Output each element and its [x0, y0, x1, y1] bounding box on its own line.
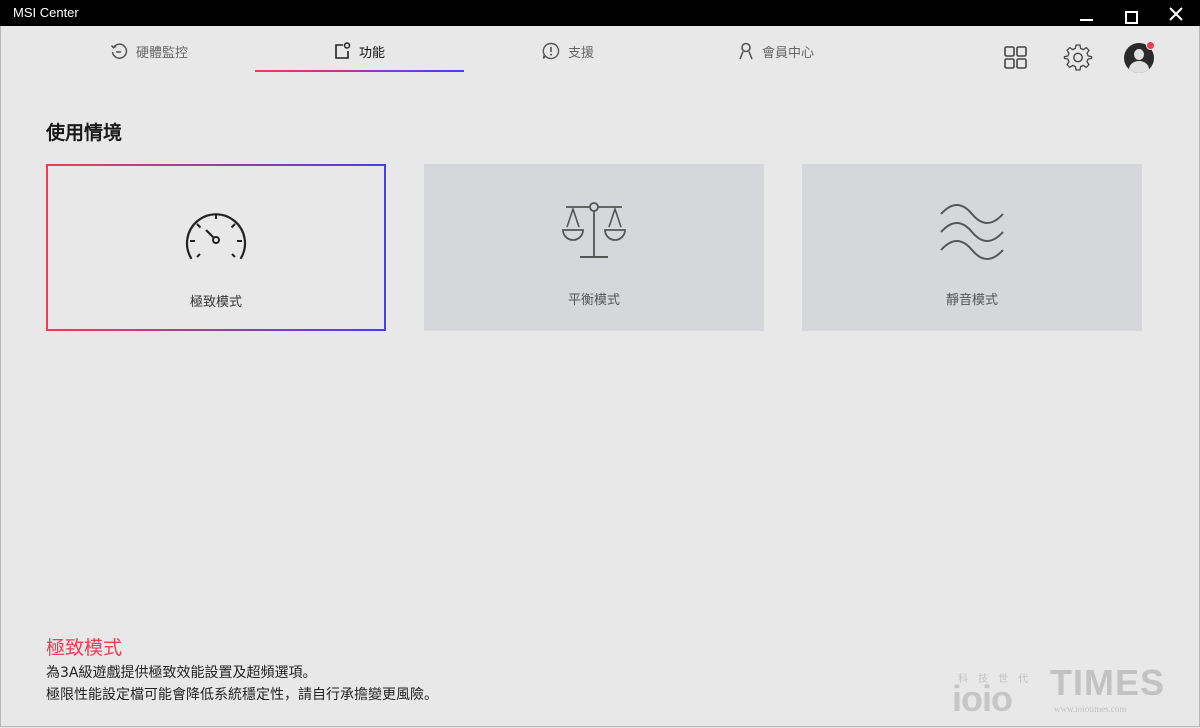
- minimize-icon: [1080, 19, 1093, 21]
- mode-description-line-2: 極限性能設定檔可能會降低系統穩定性，請自行承擔變更風險。: [46, 687, 438, 703]
- app-frame: [0, 26, 1200, 727]
- waves-icon: [940, 204, 1004, 260]
- tab-support[interactable]: 支援: [542, 40, 594, 62]
- grid-icon: [1004, 46, 1027, 69]
- active-tab-indicator: [255, 70, 464, 72]
- tab-hardware-monitor[interactable]: 硬體監控: [110, 40, 188, 62]
- watermark-url: www.ioiotimes.com: [1054, 704, 1127, 714]
- watermark-brand: TIMES: [1050, 662, 1166, 703]
- mode-description-line-1: 為3A級遊戲提供極致效能設置及超頻選項。: [46, 665, 317, 681]
- mode-card-silent[interactable]: 靜音模式: [802, 164, 1142, 331]
- hardware-monitor-icon: [110, 43, 128, 59]
- title-bar: MSI Center: [0, 0, 1200, 26]
- mode-card-balance-label: 平衡模式: [567, 293, 620, 308]
- mode-description-title: 極致模式: [46, 637, 123, 659]
- watermark: 科技世代 ioio TIMES www.ioiotimes.com: [950, 662, 1185, 719]
- balance-scale-icon: [562, 202, 626, 258]
- support-icon: [542, 42, 560, 60]
- notification-dot: [1146, 41, 1155, 50]
- tab-hardware-monitor-label: 硬體監控: [136, 45, 189, 61]
- minimize-button[interactable]: [1066, 0, 1106, 26]
- features-icon: [335, 42, 351, 59]
- mode-card-extreme[interactable]: 極致模式: [46, 164, 386, 331]
- window-title: MSI Center: [13, 5, 79, 20]
- tab-support-label: 支援: [568, 45, 595, 61]
- settings-button[interactable]: [1063, 42, 1093, 72]
- mode-card-silent-label: 靜音模式: [945, 293, 998, 308]
- tab-member-center-label: 會員中心: [762, 45, 815, 61]
- tab-features[interactable]: 功能: [333, 40, 385, 62]
- member-icon: [739, 42, 753, 60]
- maximize-button[interactable]: [1111, 0, 1151, 26]
- watermark-logo: ioio: [952, 678, 1013, 719]
- speedometer-icon: [185, 213, 247, 260]
- tab-member-center[interactable]: 會員中心: [738, 40, 814, 62]
- close-button[interactable]: [1155, 0, 1195, 26]
- section-title: 使用情境: [46, 122, 123, 144]
- maximize-icon: [1125, 11, 1138, 24]
- close-icon: [1169, 7, 1183, 21]
- mode-card-balance[interactable]: 平衡模式: [424, 164, 764, 331]
- apps-grid-button[interactable]: [1001, 42, 1031, 72]
- user-avatar-button[interactable]: [1123, 41, 1155, 73]
- gear-icon: [1063, 44, 1093, 71]
- mode-card-extreme-label: 極致模式: [189, 295, 242, 310]
- tab-features-label: 功能: [359, 45, 386, 61]
